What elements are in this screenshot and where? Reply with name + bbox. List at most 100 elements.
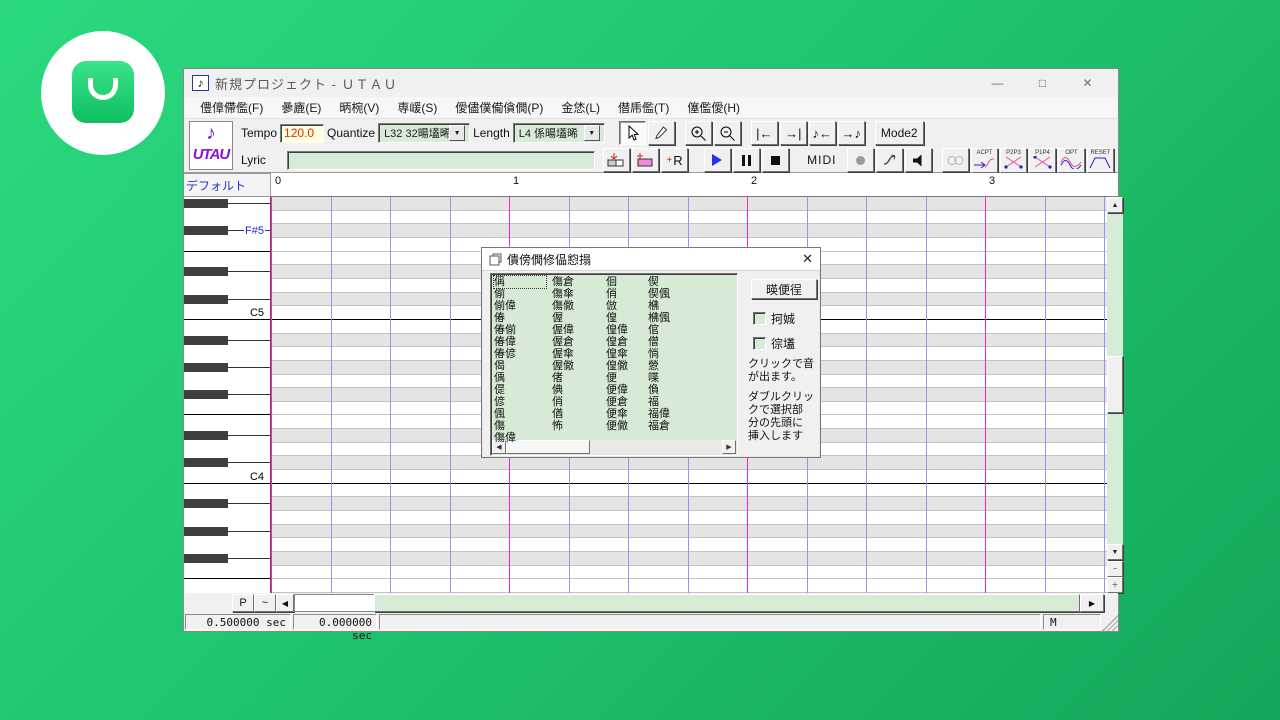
headphones-button[interactable] xyxy=(942,148,969,172)
kana-item[interactable]: 便倉 xyxy=(606,396,628,408)
black-key-cap[interactable] xyxy=(184,336,228,345)
track-name-header[interactable]: デフォルト xyxy=(184,173,271,197)
pitch-tool-acpt-button[interactable]: ACPT xyxy=(971,148,998,173)
white-key[interactable] xyxy=(184,238,271,252)
menu-item[interactable]: 僾儘僕僃僋僩(P) xyxy=(446,97,552,118)
kana-item[interactable]: 偟 xyxy=(606,312,628,324)
kana-item[interactable]: 傷倉 xyxy=(552,276,574,288)
black-key[interactable] xyxy=(184,388,271,402)
horizontal-scroll-track[interactable] xyxy=(294,594,374,612)
menu-item[interactable]: 金恷(L) xyxy=(552,97,609,118)
black-key[interactable] xyxy=(184,197,271,211)
kana-item[interactable]: 便僘 xyxy=(606,420,628,432)
kana-item[interactable]: 僧 xyxy=(648,336,670,348)
kana-item[interactable]: 偈 xyxy=(494,360,546,372)
kana-item[interactable]: 傷傘 xyxy=(552,288,574,300)
kana-item[interactable]: 怖 xyxy=(552,420,574,432)
black-key[interactable] xyxy=(184,429,271,443)
black-key[interactable] xyxy=(184,456,271,470)
white-key[interactable] xyxy=(184,211,271,224)
black-key[interactable] xyxy=(184,552,271,566)
grid-row[interactable] xyxy=(271,211,1107,224)
kana-item[interactable]: 傷 xyxy=(494,420,546,432)
kana-item[interactable]: 偖 xyxy=(552,372,574,384)
black-key-cap[interactable] xyxy=(184,499,228,508)
kana-item[interactable]: 偓僘 xyxy=(552,360,574,372)
kana-item[interactable]: 偂偉 xyxy=(494,300,546,312)
pointer-tool-button[interactable] xyxy=(619,121,646,145)
black-key-cap[interactable] xyxy=(184,527,228,536)
menu-item[interactable]: 曑廘(E) xyxy=(272,97,330,118)
pencil-tool-button[interactable] xyxy=(648,121,675,145)
kana-item[interactable]: 偐 xyxy=(494,396,546,408)
vertical-scroll-thumb[interactable] xyxy=(1107,356,1123,413)
horizontal-scroll-thumb[interactable] xyxy=(374,594,1080,612)
scroll-up-button[interactable]: ▲ xyxy=(1107,197,1123,213)
chevron-down-icon[interactable]: ▼ xyxy=(449,125,465,141)
measure-ruler[interactable]: 0123 xyxy=(271,173,1118,197)
grid-row[interactable] xyxy=(271,470,1107,484)
dialog-checkbox-1[interactable]: 抲娍 xyxy=(753,310,795,327)
prev-note-button[interactable]: ♪← xyxy=(809,121,836,145)
insert-lyric-button[interactable] xyxy=(603,148,630,172)
kana-item[interactable]: 福倉 xyxy=(648,420,670,432)
grid-row[interactable] xyxy=(271,511,1107,525)
kana-item[interactable]: 倎 xyxy=(552,384,574,396)
kana-item[interactable]: 偁 xyxy=(494,276,546,288)
dialog-title-bar[interactable]: 僓傍僩修偘憌搨 ✕ xyxy=(482,248,820,271)
kana-list[interactable]: ◀ ▶ 偁偂偂偉偆偆偂偆偉偆偐偈偊偍偐偑傷傷偉傷倉傷傘傷僘偓偓偉偓倉偓傘偓僘偖倎… xyxy=(490,273,738,456)
kana-item[interactable]: 惝 xyxy=(648,348,670,360)
maximize-button[interactable]: □ xyxy=(1020,70,1065,96)
quantize-select[interactable]: L32 32暘壒晞 ▼ xyxy=(378,123,470,143)
kana-item[interactable]: 偂 xyxy=(494,288,546,300)
kana-item[interactable]: 憥 xyxy=(648,360,670,372)
white-key[interactable] xyxy=(184,252,271,265)
kana-item[interactable]: 偆偂 xyxy=(494,324,546,336)
kana-item[interactable]: 偆 xyxy=(494,312,546,324)
vertical-scrollbar[interactable]: ▲ ▼ − ＋ xyxy=(1107,197,1123,593)
grid-row[interactable] xyxy=(271,538,1107,552)
black-key-cap[interactable] xyxy=(184,431,228,440)
checkbox-icon[interactable] xyxy=(753,312,766,325)
black-key-cap[interactable] xyxy=(184,226,228,235)
pause-button[interactable] xyxy=(733,148,760,172)
piano-keyboard[interactable]: F#5C5C4 xyxy=(184,197,271,593)
black-key[interactable] xyxy=(184,265,271,279)
kana-item[interactable]: 偓傘 xyxy=(552,348,574,360)
menu-item[interactable]: 僣乕儖(T) xyxy=(609,97,678,118)
grid-row[interactable] xyxy=(271,566,1107,579)
wave-view-button[interactable]: ~ xyxy=(254,594,276,612)
black-key-cap[interactable] xyxy=(184,363,228,372)
speaker-button[interactable] xyxy=(905,148,932,172)
pitch-curve-button[interactable] xyxy=(876,148,903,172)
white-key[interactable] xyxy=(184,320,271,334)
pitch-tool-p2p3-button[interactable]: P2P3 xyxy=(1000,148,1027,173)
kana-item[interactable]: 偤 xyxy=(552,408,574,420)
black-key[interactable] xyxy=(184,497,271,511)
add-note-button[interactable] xyxy=(632,148,659,172)
title-bar[interactable]: ♪ 新規プロジェクト - ＵＴＡＵ — □ ✕ xyxy=(184,69,1118,97)
zoom-v-plus-button[interactable]: ＋ xyxy=(1107,577,1123,593)
white-key[interactable] xyxy=(184,484,271,497)
kana-item[interactable]: 偟僘 xyxy=(606,360,628,372)
white-key[interactable] xyxy=(184,347,271,361)
kana-item[interactable]: 俏 xyxy=(606,288,628,300)
tempo-input[interactable] xyxy=(280,124,324,143)
kana-item[interactable]: 倌 xyxy=(648,324,670,336)
next-note-button[interactable]: →♪ xyxy=(838,121,865,145)
menu-item[interactable]: 専嵈(S) xyxy=(388,97,446,118)
kana-item[interactable]: 便傘 xyxy=(606,408,628,420)
pitch-tool-opt-button[interactable]: OPT xyxy=(1058,148,1085,173)
grid-row[interactable] xyxy=(271,456,1107,470)
chevron-down-icon[interactable]: ▼ xyxy=(584,125,600,141)
white-key[interactable] xyxy=(184,415,271,429)
scroll-left-button[interactable]: ◀ xyxy=(276,594,294,612)
kana-item[interactable]: 偩 xyxy=(648,384,670,396)
black-key-cap[interactable] xyxy=(184,458,228,467)
kana-item[interactable]: 偰偑 xyxy=(648,288,670,300)
white-key[interactable] xyxy=(184,511,271,525)
kana-item[interactable]: 偟偉 xyxy=(606,324,628,336)
kana-item[interactable]: 偰 xyxy=(648,276,670,288)
black-key-cap[interactable] xyxy=(184,554,228,563)
kana-item[interactable]: 偟倉 xyxy=(606,336,628,348)
